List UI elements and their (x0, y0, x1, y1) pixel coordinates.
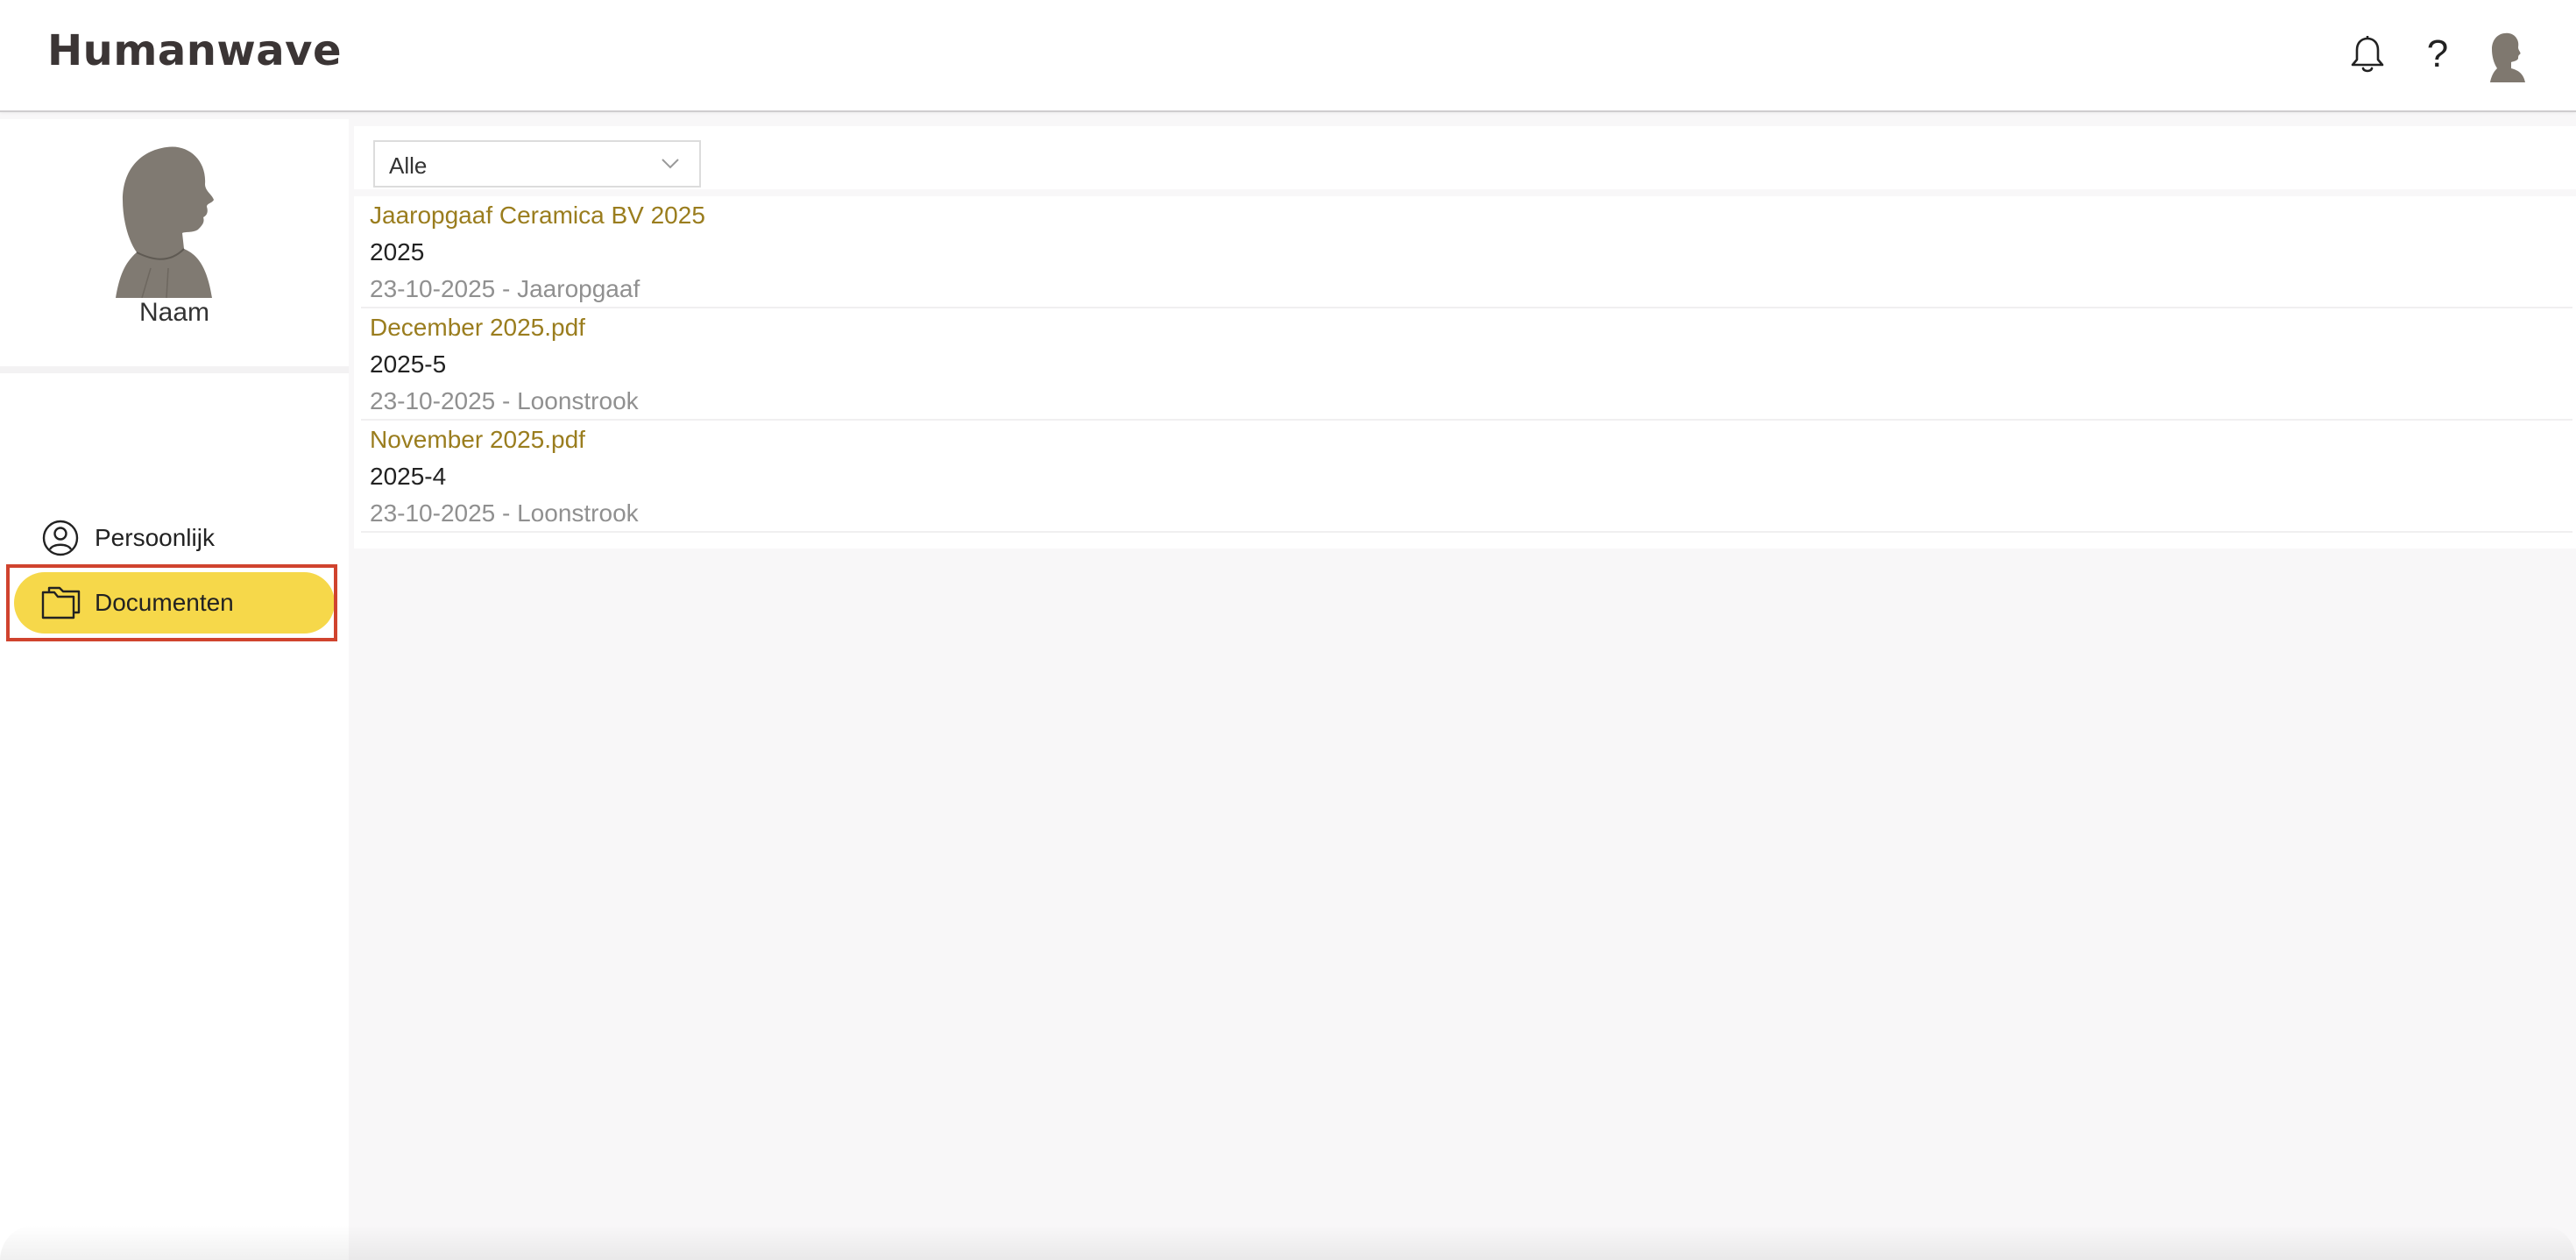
sidebar-item-persoonlijk[interactable]: Persoonlijk (14, 507, 335, 569)
main-content: Alle Jaaropgaaf Ceramica BV 2025 2025 23… (350, 119, 2576, 1260)
document-title-link[interactable]: December 2025.pdf (370, 314, 585, 342)
document-list: Jaaropgaaf Ceramica BV 2025 2025 23-10-2… (354, 196, 2576, 549)
document-meta: 23-10-2025 - Loonstrook (370, 387, 639, 414)
document-type-select[interactable]: Alle (373, 140, 701, 188)
document-title-link[interactable]: Jaaropgaaf Ceramica BV 2025 (370, 202, 705, 230)
bottom-shadow (0, 1225, 2576, 1260)
document-title-link[interactable]: November 2025.pdf (370, 426, 585, 454)
chevron-down-icon (662, 159, 679, 169)
bell-icon[interactable] (2348, 35, 2387, 75)
filter-bar: Alle (354, 126, 2576, 189)
top-header: Humanwave ? (0, 0, 2576, 112)
user-avatar-icon[interactable] (2485, 30, 2529, 82)
help-icon[interactable]: ? (2420, 30, 2455, 79)
profile-name: Naam (138, 298, 210, 327)
profile-avatar-icon (116, 146, 214, 298)
list-item[interactable]: Jaaropgaaf Ceramica BV 2025 2025 23-10-2… (361, 196, 2572, 308)
sidebar: Naam Persoonlijk Documenten (0, 119, 349, 1260)
profile-card: Naam (0, 119, 349, 373)
document-subtitle: 2025-5 (370, 350, 447, 378)
list-item[interactable]: December 2025.pdf 2025-5 23-10-2025 - Lo… (361, 308, 2572, 421)
select-value: Alle (389, 152, 428, 179)
sidebar-item-label: Persoonlijk (95, 524, 215, 551)
document-subtitle: 2025-4 (370, 463, 447, 490)
document-meta: 23-10-2025 - Jaaropgaaf (370, 275, 640, 302)
list-item[interactable]: November 2025.pdf 2025-4 23-10-2025 - Lo… (361, 421, 2572, 533)
document-meta: 23-10-2025 - Loonstrook (370, 499, 639, 527)
user-circle-icon (42, 520, 79, 556)
app-logo[interactable]: Humanwave (47, 26, 342, 75)
document-subtitle: 2025 (370, 238, 425, 265)
selection-highlight-box (6, 564, 337, 641)
